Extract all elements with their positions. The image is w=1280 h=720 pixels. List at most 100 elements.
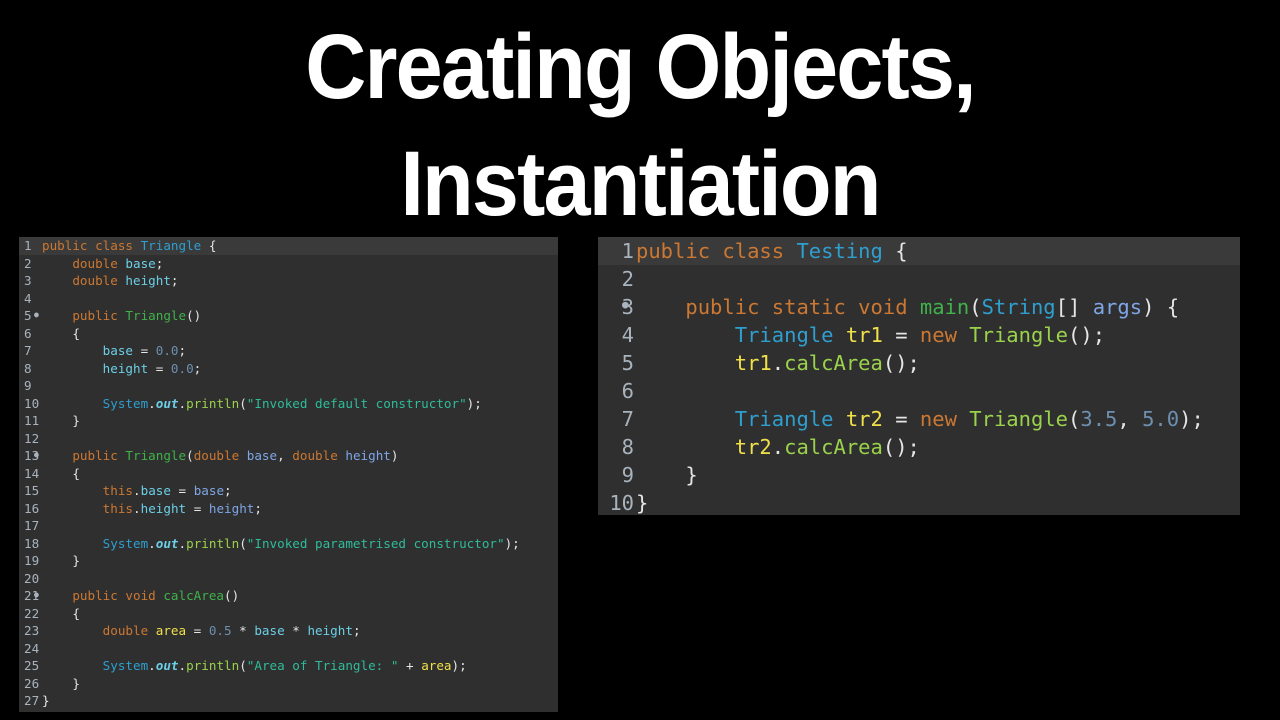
line-number: 19	[24, 553, 40, 568]
code-line[interactable]: 14 {	[19, 465, 558, 483]
code-token: =	[170, 483, 194, 498]
code-line[interactable]: 9	[19, 377, 558, 395]
fold-marker-icon[interactable]: ●	[622, 291, 629, 319]
code-line[interactable]: 5 tr1.calcArea();	[598, 349, 1240, 377]
code-line[interactable]: 3 ● public static void main(String[] args…	[598, 293, 1240, 321]
code-line[interactable]: 2 double base;	[19, 255, 558, 273]
code-token: ;	[254, 500, 262, 516]
code-line[interactable]: 20	[19, 570, 558, 588]
code-token: main	[919, 295, 970, 319]
code-line[interactable]: 6 {	[19, 325, 558, 343]
line-number: 4	[24, 290, 32, 306]
line-number: 8	[621, 435, 634, 459]
code-text: }	[42, 552, 80, 570]
line-number: 24	[24, 640, 40, 656]
code-token: (	[239, 658, 247, 673]
code-line[interactable]: 19 }	[19, 552, 558, 570]
code-token: tr1	[734, 351, 772, 375]
code-text: this.height = height;	[42, 500, 262, 518]
code-token: =	[186, 623, 209, 638]
code-line[interactable]: 7 base = 0.0;	[19, 342, 558, 360]
code-line[interactable]: 11 }	[19, 412, 558, 430]
code-token: .	[771, 351, 785, 375]
testing-class-code-editor[interactable]: 1 public class Testing {2 3 ● public static…	[598, 237, 1240, 515]
code-line[interactable]: 4 Triangle tr1 = new Triangle();	[598, 321, 1240, 349]
code-token: base	[254, 623, 285, 638]
code-text: tr2.calcArea();	[634, 433, 920, 461]
code-line[interactable]: 9 }	[598, 461, 1240, 489]
line-number: 6	[621, 379, 634, 403]
code-token: }	[42, 553, 80, 568]
code-text: double base;	[42, 255, 163, 273]
code-line[interactable]: 27}	[19, 692, 558, 710]
code-token: args	[1092, 295, 1143, 319]
code-token: =	[882, 323, 920, 347]
code-token: ()	[186, 308, 202, 323]
code-token: ();	[882, 435, 920, 459]
fold-marker-icon[interactable]: ●	[34, 586, 39, 604]
line-number: 1	[621, 239, 634, 263]
code-line[interactable]: 8 height = 0.0;	[19, 360, 558, 378]
code-line[interactable]: 2	[598, 265, 1240, 293]
code-token: {	[201, 238, 217, 253]
code-text: }	[42, 412, 80, 430]
line-number: 25	[24, 658, 40, 673]
code-line[interactable]: 12	[19, 430, 558, 448]
triangle-class-code-editor[interactable]: 1 public class Triangle {2 double base; 3 …	[19, 237, 558, 712]
line-number: 17	[24, 518, 40, 533]
code-line[interactable]: 26 }	[19, 675, 558, 693]
code-line[interactable]: 1 public class Triangle {	[19, 237, 558, 255]
code-token: 0.5	[208, 623, 232, 638]
code-token: (	[1068, 407, 1081, 431]
code-token: 5.0	[1142, 407, 1180, 431]
code-token: "Area of Triangle: "	[246, 658, 399, 673]
line-number: 5	[621, 351, 634, 375]
code-line[interactable]: 8 tr2.calcArea();	[598, 433, 1240, 461]
code-line[interactable]: 16 this.height = height;	[19, 500, 558, 518]
code-line[interactable]: 15 this.base = base;	[19, 482, 558, 500]
code-text: public Triangle()	[42, 307, 201, 325]
fold-marker-icon[interactable]: ●	[34, 306, 39, 324]
code-token: ;	[352, 623, 361, 638]
code-token: {	[42, 605, 80, 621]
line-number: 14	[24, 465, 40, 481]
code-token: ;	[155, 255, 164, 271]
code-line[interactable]: 10}	[598, 489, 1240, 517]
code-token: new	[919, 407, 970, 431]
code-line[interactable]: 21 ● public void calcArea()	[19, 587, 558, 605]
code-line[interactable]: 6	[598, 377, 1240, 405]
code-line[interactable]: 13 ● public Triangle(double base, double …	[19, 447, 558, 465]
code-token: .	[771, 435, 785, 459]
code-token: .	[178, 658, 187, 673]
code-token: ,	[1117, 407, 1143, 431]
code-line[interactable]: 3 double height;	[19, 272, 558, 290]
code-line[interactable]: 22 {	[19, 605, 558, 623]
code-token: tr2	[734, 435, 772, 459]
code-token: );	[1179, 407, 1204, 431]
code-line[interactable]: 18 System.out.println("Invoked parametri…	[19, 535, 558, 553]
fold-marker-icon[interactable]: ●	[34, 446, 39, 464]
code-token: double	[102, 623, 156, 638]
code-line[interactable]: 4	[19, 290, 558, 308]
code-line[interactable]: 7 Triangle tr2 = new Triangle(3.5, 5.0);	[598, 405, 1240, 433]
code-line[interactable]: 17	[19, 517, 558, 535]
code-token: Triangle	[734, 323, 846, 347]
code-token: ();	[882, 351, 920, 375]
code-line[interactable]: 1 public class Testing {	[598, 237, 1240, 265]
code-token: .	[148, 535, 156, 551]
code-line[interactable]: 23 double area = 0.5 * base * height;	[19, 622, 558, 640]
code-text: public static void main(String[] args) {	[634, 293, 1179, 321]
code-line[interactable]: 10 System.out.println("Invoked default c…	[19, 395, 558, 413]
code-line[interactable]: 24	[19, 640, 558, 658]
code-line[interactable]: 25 System.out.println("Area of Triangle:…	[19, 657, 558, 675]
code-token: public void	[72, 588, 164, 603]
line-number: 4	[621, 323, 634, 347]
code-token: this	[102, 483, 134, 498]
code-line[interactable]: 5 ● public Triangle()	[19, 307, 558, 325]
line-number: 7	[621, 407, 634, 431]
